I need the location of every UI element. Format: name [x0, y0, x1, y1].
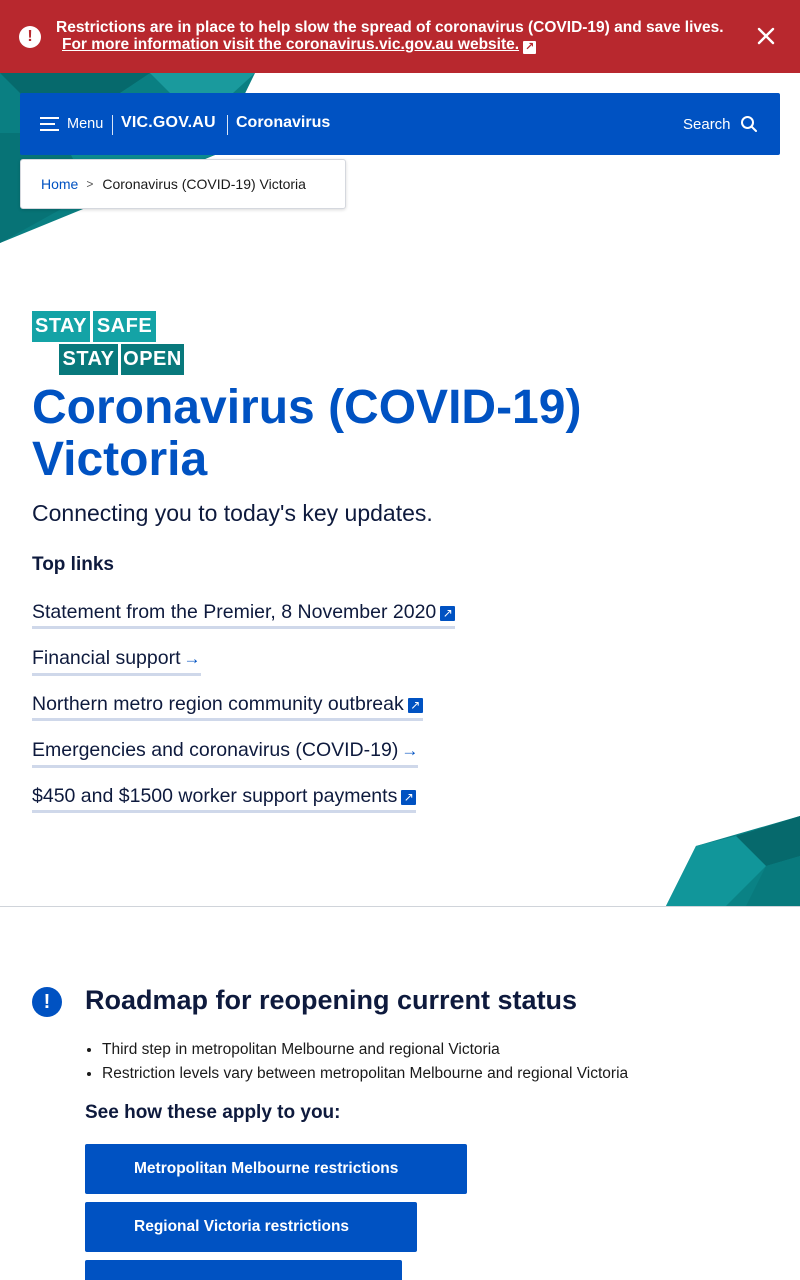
site-title[interactable]: Coronavirus [236, 114, 330, 132]
regional-victoria-restrictions-button[interactable]: Regional Victoria restrictions [85, 1202, 417, 1252]
external-link-icon: ↗ [523, 41, 537, 54]
external-link-icon: ↗ [401, 790, 417, 805]
apply-heading: See how these apply to you: [85, 1102, 341, 1123]
breadcrumb: Home > Coronavirus (COVID-19) Victoria [20, 159, 346, 209]
alert-message: Restrictions are in place to help slow t… [56, 19, 736, 54]
menu-button[interactable]: Menu [40, 113, 103, 135]
breadcrumb-current: Coronavirus (COVID-19) Victoria [102, 176, 306, 192]
external-link-icon: ↗ [440, 606, 456, 621]
vic-gov-logo[interactable]: VIC.GOV.AU [121, 114, 216, 132]
list-item: Third step in metropolitan Melbourne and… [102, 1038, 628, 1062]
header-divider [112, 115, 113, 135]
top-link-emergencies[interactable]: Emergencies and coronavirus (COVID-19) → [32, 738, 419, 768]
arrow-right-icon: → [183, 649, 201, 668]
section-divider [0, 906, 800, 907]
search-icon [740, 116, 757, 132]
menu-label: Menu [67, 116, 104, 132]
close-icon[interactable] [752, 22, 780, 50]
alert-banner: ! Restrictions are in place to help slow… [0, 0, 800, 73]
roadmap-title: Roadmap for reopening current status [85, 985, 578, 1015]
alert-link[interactable]: For more information visit the coronavir… [62, 36, 537, 54]
top-link-worker-support-payments[interactable]: $450 and $1500 worker support payments ↗ [32, 784, 417, 813]
top-links-heading: Top links [32, 554, 114, 575]
roadmap-status-list: Third step in metropolitan Melbourne and… [102, 1038, 628, 1086]
list-item: Restriction levels vary between metropol… [102, 1062, 628, 1086]
arrow-right-icon: → [401, 741, 419, 760]
hamburger-icon [40, 117, 59, 131]
site-header: Menu VIC.GOV.AU Coronavirus Search [20, 93, 780, 155]
search-button[interactable]: Search [683, 113, 758, 135]
stay-safe-stay-open-logo: STAY SAFE STAY OPEN [32, 311, 184, 375]
breadcrumb-separator: > [86, 177, 94, 191]
additional-button[interactable] [85, 1260, 402, 1280]
exclamation-icon: ! [19, 26, 41, 48]
top-link-northern-metro-outbreak[interactable]: Northern metro region community outbreak… [32, 692, 423, 721]
alert-text: Restrictions are in place to help slow t… [56, 19, 724, 36]
header-divider [227, 115, 228, 135]
page-subtitle: Connecting you to today's key updates. [32, 500, 433, 526]
breadcrumb-home-link[interactable]: Home [41, 176, 78, 192]
metro-melbourne-restrictions-button[interactable]: Metropolitan Melbourne restrictions [85, 1144, 467, 1194]
external-link-icon: ↗ [407, 698, 423, 713]
decorative-shape-bottom [666, 816, 800, 906]
search-label: Search [683, 115, 731, 133]
top-link-premier-statement[interactable]: Statement from the Premier, 8 November 2… [32, 600, 456, 629]
page-title: Coronavirus (COVID-19) Victoria [32, 381, 582, 486]
exclamation-icon: ! [32, 987, 62, 1017]
top-link-financial-support[interactable]: Financial support → [32, 646, 201, 676]
